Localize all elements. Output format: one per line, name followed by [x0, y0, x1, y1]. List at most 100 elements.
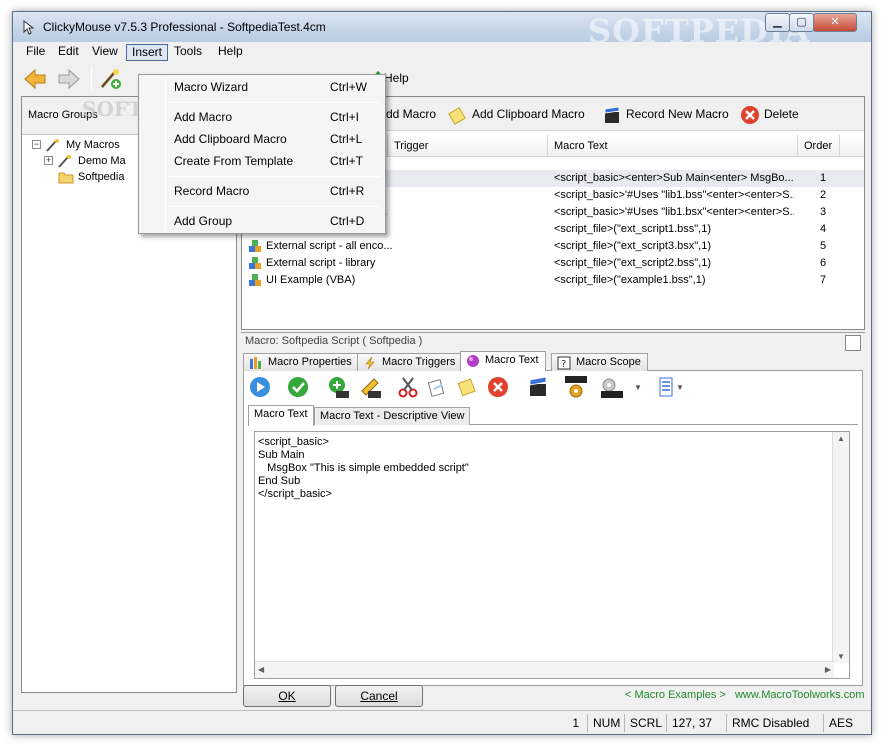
macro-order-cell: 2 [820, 189, 827, 201]
menu-item-label: Add Macro [174, 110, 233, 124]
scope-question-icon: ? [557, 356, 571, 370]
macro-text-cell: <script_file>("ext_script1.bss",1) [554, 223, 711, 235]
scroll-left-icon[interactable]: ◀ [258, 665, 264, 674]
tree-expander[interactable]: + [44, 156, 53, 165]
menu-item-record-macro[interactable]: Record Macro Ctrl+R [141, 180, 383, 202]
macro-name-cell: UI Example (VBA) [266, 274, 356, 286]
lightning-icon [365, 356, 375, 370]
tab-label: Macro Text [485, 354, 539, 366]
menu-bar: File Edit View Insert Tools Help [13, 42, 871, 62]
macro-name-cell: External script - library [266, 257, 376, 269]
start-debug-gear-icon[interactable] [564, 375, 588, 399]
dropdown-arrow-icon[interactable]: ▼ [676, 383, 684, 392]
add-clipboard-macro-label: Add Clipboard Macro [472, 107, 585, 121]
menu-item-add-macro[interactable]: Add Macro Ctrl+I [141, 106, 383, 128]
table-row[interactable]: UI Example (VBA) <script_file>("example1… [242, 272, 864, 289]
run-macro-icon[interactable] [248, 375, 272, 399]
tab-macro-text[interactable]: Macro Text [460, 351, 546, 372]
toolbar-separator [516, 375, 517, 399]
record-clapper-icon[interactable] [526, 375, 550, 399]
menu-edit[interactable]: Edit [53, 44, 84, 61]
paste-icon[interactable] [456, 375, 480, 399]
ok-label: OK [278, 689, 296, 703]
validate-check-icon[interactable] [286, 375, 310, 399]
toolbar-separator [556, 375, 557, 399]
macro-text-editor[interactable]: <script_basic> Sub Main MsgBox "This is … [254, 431, 850, 679]
menu-item-macro-wizard[interactable]: Macro Wizard Ctrl+W [141, 76, 383, 98]
record-new-macro-button[interactable]: Record New Macro [602, 103, 729, 125]
ok-button[interactable]: OK [243, 685, 331, 707]
menu-separator [169, 102, 381, 103]
menu-item-add-clipboard-macro[interactable]: Add Clipboard Macro Ctrl+L [141, 128, 383, 150]
footer-links: < Macro Examples > www.MacroToolworks.co… [625, 689, 865, 701]
status-page: 1 [572, 716, 579, 730]
subtab-macro-text[interactable]: Macro Text [248, 405, 314, 426]
menu-view[interactable]: View [87, 44, 123, 61]
copy-icon[interactable] [426, 375, 450, 399]
menu-insert[interactable]: Insert [126, 44, 169, 61]
macro-text-cell: <script_file>("ext_script3.bsx",1) [554, 240, 711, 252]
status-aes: AES [823, 714, 871, 732]
table-row[interactable]: External script - all enco... <script_fi… [242, 238, 864, 255]
tab-label: Macro Triggers [382, 356, 456, 368]
minimize-button[interactable]: ▁ [765, 13, 790, 32]
folder-icon [58, 172, 74, 184]
close-button[interactable]: ✕ [813, 13, 857, 32]
menu-file[interactable]: File [21, 44, 50, 61]
column-header-order[interactable]: Order [798, 135, 840, 157]
detach-panel-icon[interactable] [845, 335, 861, 351]
column-header-trigger[interactable]: Trigger [388, 135, 548, 157]
menu-item-shortcut: Ctrl+D [330, 214, 365, 228]
cancel-label: Cancel [360, 689, 398, 703]
step-debug-gear-icon[interactable] [600, 375, 624, 399]
scroll-right-icon[interactable]: ▶ [825, 665, 831, 674]
delete-command-icon[interactable] [486, 375, 510, 399]
back-arrow-icon[interactable] [23, 67, 47, 91]
cut-scissors-icon[interactable] [396, 375, 420, 399]
menu-help[interactable]: Help [213, 44, 248, 61]
vertical-scrollbar[interactable]: ▲ ▼ [832, 432, 849, 663]
subtab-macro-text-descriptive[interactable]: Macro Text - Descriptive View [314, 407, 471, 425]
tree-node-label: Softpedia [78, 171, 125, 183]
menu-item-label: Add Clipboard Macro [174, 132, 287, 146]
scroll-down-icon[interactable]: ▼ [837, 652, 845, 661]
menu-item-label: Macro Wizard [174, 80, 249, 94]
table-row[interactable]: External script - library <script_file>(… [242, 255, 864, 272]
macro-examples-link[interactable]: < Macro Examples > [625, 689, 726, 701]
title-bar: ClickyMouse v7.5.3 Professional - Softpe… [13, 12, 871, 50]
forward-arrow-icon[interactable] [57, 67, 81, 91]
macro-detail-tabs: Macro Properties Macro Triggers Macro Te… [243, 351, 863, 372]
macro-order-cell: 7 [820, 274, 827, 286]
clipboard-icon [448, 106, 466, 125]
dropdown-arrow-icon[interactable]: ▼ [634, 383, 642, 392]
add-clipboard-macro-button[interactable]: Add Clipboard Macro [448, 103, 585, 125]
edit-command-icon[interactable] [358, 375, 382, 399]
cancel-button[interactable]: Cancel [335, 685, 423, 707]
delete-button[interactable]: Delete [740, 103, 799, 125]
menu-item-add-group[interactable]: Add Group Ctrl+D [141, 210, 383, 232]
tab-macro-triggers[interactable]: Macro Triggers [357, 353, 463, 371]
scroll-up-icon[interactable]: ▲ [837, 434, 845, 443]
macro-text-cell: <script_file>("ext_script2.bss",1) [554, 257, 711, 269]
tab-macro-properties[interactable]: Macro Properties [243, 353, 359, 371]
macrotoolworks-link[interactable]: www.MacroToolworks.com [735, 689, 865, 701]
tab-macro-scope[interactable]: ? Macro Scope [551, 353, 648, 371]
menu-item-label: Add Group [174, 214, 233, 228]
menu-item-create-from-template[interactable]: Create From Template Ctrl+T [141, 150, 383, 172]
add-macro-button[interactable]: Add Macro [378, 103, 436, 125]
horizontal-scrollbar[interactable]: ◀ ▶ [255, 661, 834, 678]
column-header-macro-text[interactable]: Macro Text [548, 135, 798, 157]
clapperboard-icon [604, 106, 620, 123]
macro-detail-panel: Macro: Softpedia Script ( Softpedia ) Ma… [241, 332, 865, 686]
status-rmc: RMC Disabled [726, 714, 823, 732]
help-button[interactable]: Help [384, 71, 409, 85]
maximize-button[interactable]: ▢ [789, 13, 814, 32]
wand-icon [46, 139, 59, 152]
menu-separator [169, 176, 381, 177]
tree-expander[interactable]: − [32, 140, 41, 149]
add-command-icon[interactable] [326, 375, 350, 399]
macro-wizard-icon[interactable] [99, 67, 123, 91]
toolbar-separator [91, 67, 92, 91]
menu-tools[interactable]: Tools [169, 44, 207, 61]
macro-text-content[interactable]: <script_basic> Sub Main MsgBox "This is … [258, 436, 469, 501]
